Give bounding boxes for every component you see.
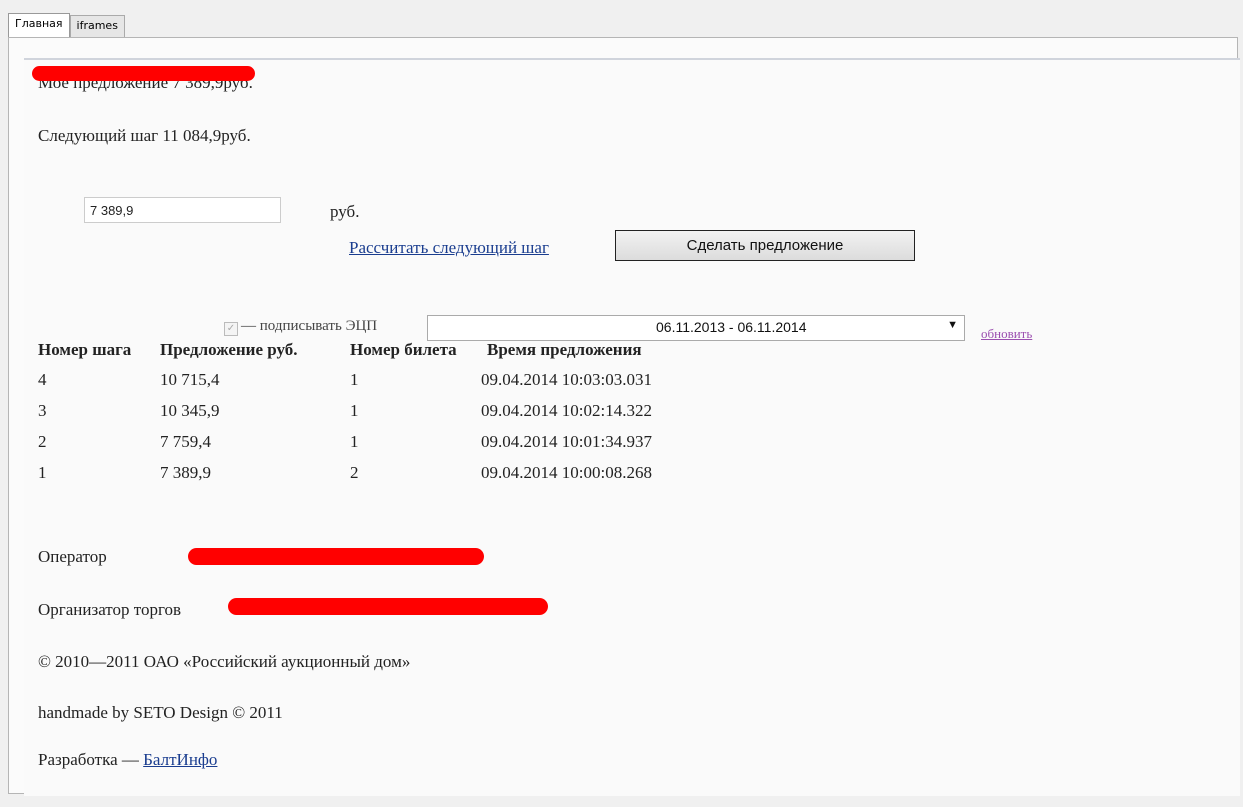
step-cell: 2 bbox=[38, 432, 47, 451]
certificate-value: 06.11.2013 - 06.11.2014 bbox=[656, 319, 807, 335]
table-header-row: Номер шага Предложение руб. Номер билета… bbox=[38, 340, 658, 364]
bids-table: Номер шага Предложение руб. Номер билета… bbox=[38, 340, 658, 488]
tab-bar: Главная iframes bbox=[8, 13, 125, 38]
ticket-cell: 1 bbox=[350, 370, 359, 389]
developer-credit: Разработка — БалтИнфо bbox=[38, 750, 217, 770]
column-header-offer: Предложение руб. bbox=[160, 340, 298, 359]
tab-iframes[interactable]: iframes bbox=[69, 15, 125, 38]
handmade-text: handmade by SETO Design © 2011 bbox=[38, 703, 283, 722]
developer-label: Разработка — bbox=[38, 750, 139, 769]
column-header-time: Время предложения bbox=[487, 340, 642, 359]
refresh-link[interactable]: обновить bbox=[981, 326, 1032, 342]
step-cell: 4 bbox=[38, 370, 47, 389]
currency-label: руб. bbox=[330, 202, 360, 221]
offer-cell: 7 759,4 bbox=[160, 432, 211, 451]
sign-label: — подписывать ЭЦП bbox=[241, 318, 378, 334]
table-row: 1 7 389,9 2 09.04.2014 10:00:08.268 bbox=[38, 457, 658, 488]
ticket-cell: 1 bbox=[350, 401, 359, 420]
ticket-cell: 2 bbox=[350, 463, 359, 482]
organizer-label: Организатор торгов bbox=[38, 600, 182, 619]
column-header-ticket: Номер билета bbox=[350, 340, 457, 359]
redaction-mark bbox=[32, 66, 255, 81]
baltinfo-link[interactable]: БалтИнфо bbox=[143, 750, 217, 769]
table-row: 4 10 715,4 1 09.04.2014 10:03:03.031 bbox=[38, 364, 658, 395]
next-step-text: Следующий шаг 11 084,9руб. bbox=[38, 126, 251, 145]
operator-label: Оператор bbox=[38, 547, 107, 566]
ticket-cell: 1 bbox=[350, 432, 359, 451]
offer-cell: 10 715,4 bbox=[160, 370, 220, 389]
certificate-select[interactable]: 06.11.2013 - 06.11.2014 ▼ bbox=[427, 315, 965, 341]
tab-main[interactable]: Главная bbox=[8, 13, 70, 38]
time-cell: 09.04.2014 10:02:14.322 bbox=[481, 401, 652, 420]
offer-cell: 10 345,9 bbox=[160, 401, 220, 420]
operator-redaction bbox=[188, 548, 484, 565]
step-cell: 3 bbox=[38, 401, 47, 420]
copyright-text: © 2010—2011 ОАО «Российский аукционный д… bbox=[38, 652, 411, 671]
table-row: 3 10 345,9 1 09.04.2014 10:02:14.322 bbox=[38, 395, 658, 426]
step-cell: 1 bbox=[38, 463, 47, 482]
calc-next-step-link[interactable]: Рассчитать следующий шаг bbox=[349, 238, 549, 258]
sign-checkbox[interactable]: ✓ bbox=[224, 322, 238, 336]
time-cell: 09.04.2014 10:03:03.031 bbox=[481, 370, 652, 389]
time-cell: 09.04.2014 10:01:34.937 bbox=[481, 432, 652, 451]
auction-content: Мое предложение 7 389,9руб. Следующий ша… bbox=[24, 58, 1240, 796]
table-row: 2 7 759,4 1 09.04.2014 10:01:34.937 bbox=[38, 426, 658, 457]
amount-input[interactable] bbox=[84, 197, 281, 223]
organizer-redaction bbox=[228, 598, 548, 615]
column-header-step: Номер шага bbox=[38, 340, 132, 359]
offer-cell: 7 389,9 bbox=[160, 463, 211, 482]
make-offer-button[interactable]: Сделать предложение bbox=[615, 230, 915, 261]
time-cell: 09.04.2014 10:00:08.268 bbox=[481, 463, 652, 482]
chevron-down-icon[interactable]: ▼ bbox=[947, 319, 958, 331]
